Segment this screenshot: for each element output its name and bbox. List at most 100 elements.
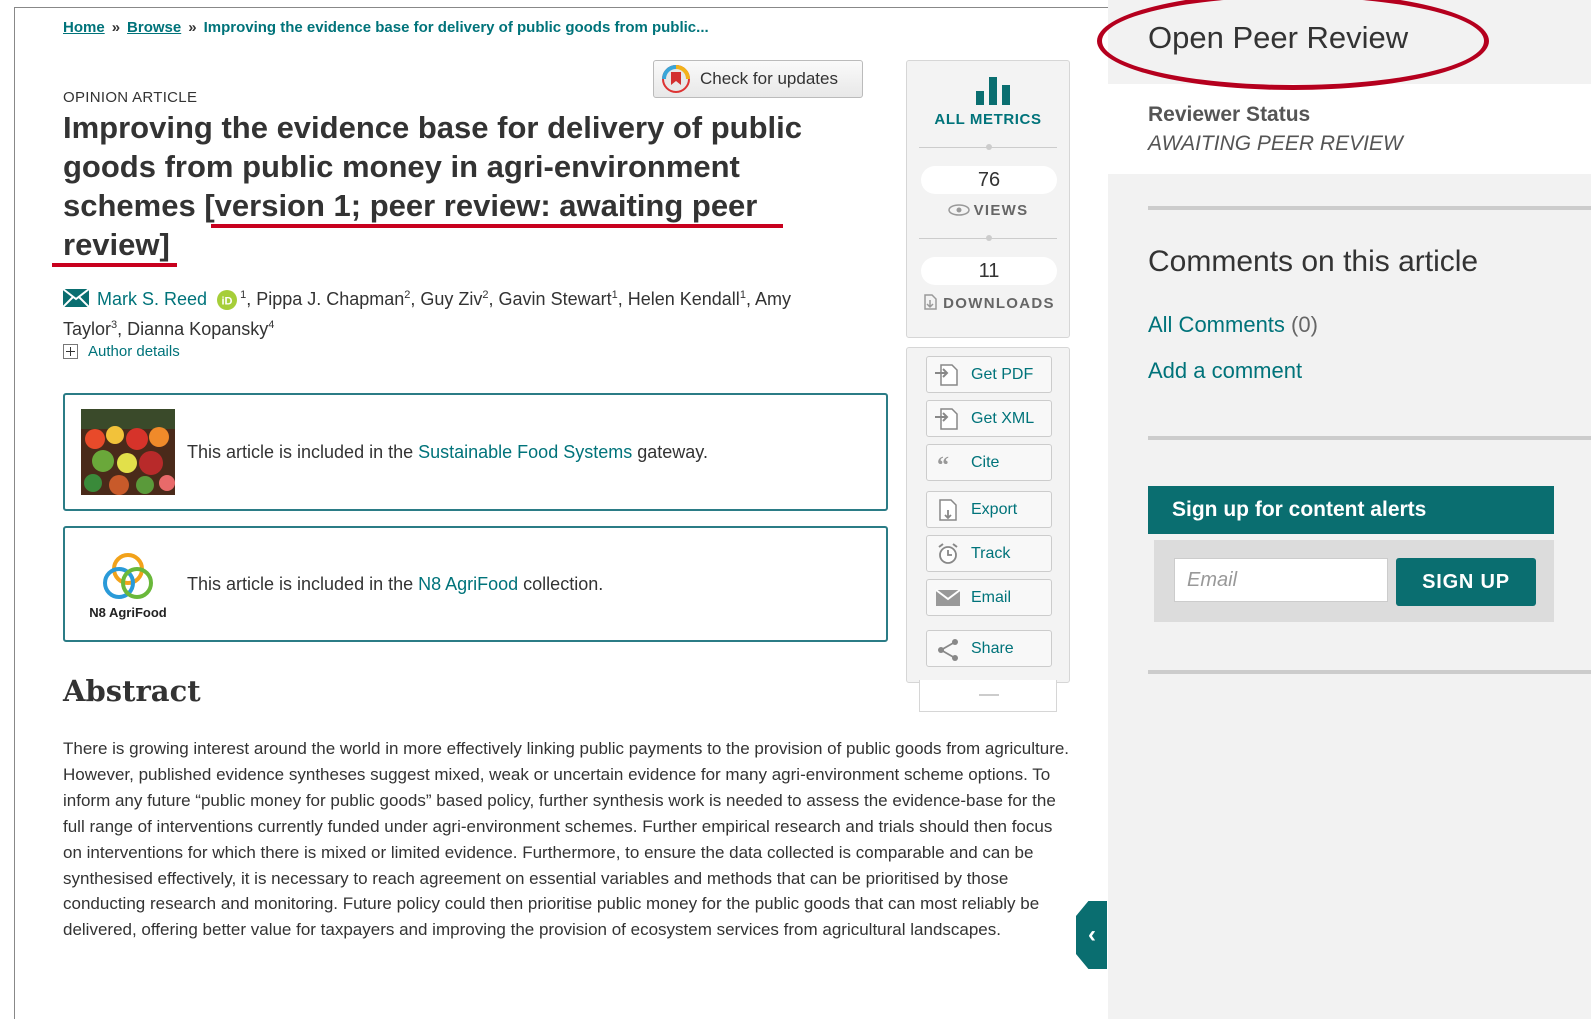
- downloads-label-text: DOWNLOADS: [943, 295, 1055, 312]
- cite-button[interactable]: “ Cite: [926, 444, 1052, 481]
- breadcrumb-home-link[interactable]: Home: [63, 19, 105, 36]
- open-peer-review-panel: Open Peer Review Reviewer Status AWAITIN…: [1108, 0, 1591, 1019]
- pdf-icon: [935, 363, 958, 386]
- gateway-box: This article is included in the Sustaina…: [63, 393, 888, 511]
- export-icon: [939, 498, 957, 521]
- section-divider: [1148, 206, 1591, 210]
- views-label: VIEWS: [907, 202, 1069, 219]
- collapse-panel-tab[interactable]: ‹: [1076, 901, 1107, 969]
- abstract-text: There is growing interest around the wor…: [63, 739, 1070, 940]
- sign-up-button[interactable]: SIGN UP: [1396, 558, 1536, 606]
- title-line-1: Improving the evidence base for delivery…: [63, 110, 803, 145]
- orcid-icon[interactable]: iD: [216, 289, 238, 311]
- add-comment-link[interactable]: Add a comment: [1148, 358, 1302, 384]
- author-name: , Dianna Kopansky: [117, 319, 269, 339]
- export-label: Export: [971, 500, 1018, 518]
- get-pdf-label: Get PDF: [971, 365, 1034, 383]
- annotation-underline: [211, 224, 783, 228]
- affiliation-sup: 4: [268, 319, 275, 331]
- author-list: Mark S. Reed iD 1, Pippa J. Chapman2, Gu…: [63, 282, 853, 342]
- collection-text: This article is included in the N8 AgriF…: [187, 574, 603, 595]
- gateway-prefix: This article is included in the: [187, 441, 419, 462]
- title-line-2: goods from public money in agri-environm…: [63, 149, 740, 184]
- get-xml-label: Get XML: [971, 409, 1035, 427]
- article-title: Improving the evidence base for delivery…: [63, 108, 863, 264]
- svg-text:iD: iD: [222, 296, 233, 308]
- content-alerts-title: Sign up for content alerts: [1148, 486, 1554, 534]
- article-type: OPINION ARTICLE: [63, 89, 198, 106]
- author-details-toggle[interactable]: Author details: [63, 343, 180, 360]
- tools-panel-handle[interactable]: [919, 680, 1057, 712]
- share-button[interactable]: Share: [926, 630, 1052, 667]
- reviewer-status-box: Reviewer Status AWAITING PEER REVIEW: [1108, 84, 1591, 174]
- download-icon: [924, 294, 937, 310]
- eye-icon: [947, 204, 970, 216]
- metrics-panel: ALL METRICS 76 VIEWS 11 DOWNLOADS: [906, 60, 1070, 338]
- email-label: Email: [971, 588, 1012, 606]
- breadcrumb-separator: »: [188, 19, 197, 36]
- n8-logo-text: N8 AgriFood: [89, 605, 167, 620]
- n8-agrifood-logo[interactable]: N8 AgriFood: [81, 541, 175, 627]
- gateway-thumbnail-image[interactable]: [81, 409, 175, 495]
- email-button[interactable]: Email: [926, 579, 1052, 616]
- comments-count: (0): [1291, 312, 1318, 337]
- author-details-label: Author details: [88, 343, 180, 360]
- all-comments-label: All Comments: [1148, 312, 1285, 337]
- breadcrumb-separator: »: [111, 19, 121, 36]
- bar-chart-icon[interactable]: [974, 77, 1012, 105]
- views-count: 76: [921, 166, 1057, 194]
- views-label-text: VIEWS: [973, 202, 1029, 219]
- collection-prefix: This article is included in the: [187, 573, 419, 594]
- crossmark-icon: [662, 65, 690, 93]
- email-input[interactable]: [1174, 558, 1388, 602]
- collection-box: N8 AgriFood This article is included in …: [63, 526, 888, 642]
- divider-dot: [986, 235, 992, 241]
- content-alerts-form: SIGN UP: [1154, 540, 1554, 622]
- breadcrumb: Home » Browse » Improving the evidence base …: [63, 19, 709, 36]
- article-tools-panel: Get PDF Get XML “ Cite Export Track Emai…: [906, 347, 1070, 683]
- downloads-count: 11: [921, 257, 1057, 285]
- divider-dot: [986, 144, 992, 150]
- title-version-status: [version 1; peer review: awaiting peer: [204, 188, 758, 223]
- all-comments-link[interactable]: All Comments (0): [1148, 312, 1318, 338]
- author-name: , Gavin Stewart: [488, 289, 612, 309]
- author-name: , Helen Kendall: [617, 289, 740, 309]
- cite-label: Cite: [971, 453, 1000, 471]
- abstract-heading: Abstract: [63, 674, 201, 708]
- get-pdf-button[interactable]: Get PDF: [926, 356, 1052, 393]
- author-name: , Pippa J. Chapman: [246, 289, 405, 309]
- section-divider: [1148, 670, 1591, 674]
- annotation-underline: [52, 263, 177, 267]
- title-line-4: review]: [63, 227, 170, 262]
- chevron-left-icon: ‹: [1088, 921, 1096, 948]
- all-metrics-link[interactable]: ALL METRICS: [907, 111, 1069, 128]
- alarm-clock-icon: [938, 542, 958, 564]
- reviewer-status-value: AWAITING PEER REVIEW: [1148, 132, 1403, 155]
- frame-left-border: [14, 7, 15, 1019]
- author-name: , Guy Ziv: [410, 289, 483, 309]
- check-for-updates-button[interactable]: Check for updates: [653, 60, 863, 98]
- breadcrumb-browse-link[interactable]: Browse: [127, 19, 181, 36]
- comments-heading: Comments on this article: [1148, 245, 1479, 278]
- breadcrumb-current: Improving the evidence base for delivery…: [203, 19, 709, 36]
- track-label: Track: [971, 544, 1011, 562]
- share-icon: [938, 638, 958, 661]
- quote-icon: “: [937, 453, 949, 475]
- title-line-3a: schemes: [63, 188, 205, 223]
- xml-icon: [935, 407, 958, 430]
- collection-link[interactable]: N8 AgriFood: [418, 574, 518, 594]
- check-for-updates-label: Check for updates: [700, 69, 838, 88]
- gateway-suffix: gateway.: [632, 441, 708, 462]
- envelope-icon: [935, 588, 961, 606]
- author-link[interactable]: Mark S. Reed: [97, 289, 207, 309]
- export-button[interactable]: Export: [926, 491, 1052, 528]
- email-icon[interactable]: [63, 289, 89, 307]
- share-label: Share: [971, 639, 1014, 657]
- track-button[interactable]: Track: [926, 535, 1052, 572]
- downloads-label: DOWNLOADS: [907, 293, 1069, 312]
- get-xml-button[interactable]: Get XML: [926, 400, 1052, 437]
- svg-text:“: “: [937, 453, 949, 475]
- gateway-text: This article is included in the Sustaina…: [187, 442, 708, 463]
- expand-plus-icon: [63, 344, 78, 359]
- gateway-link[interactable]: Sustainable Food Systems: [418, 442, 632, 462]
